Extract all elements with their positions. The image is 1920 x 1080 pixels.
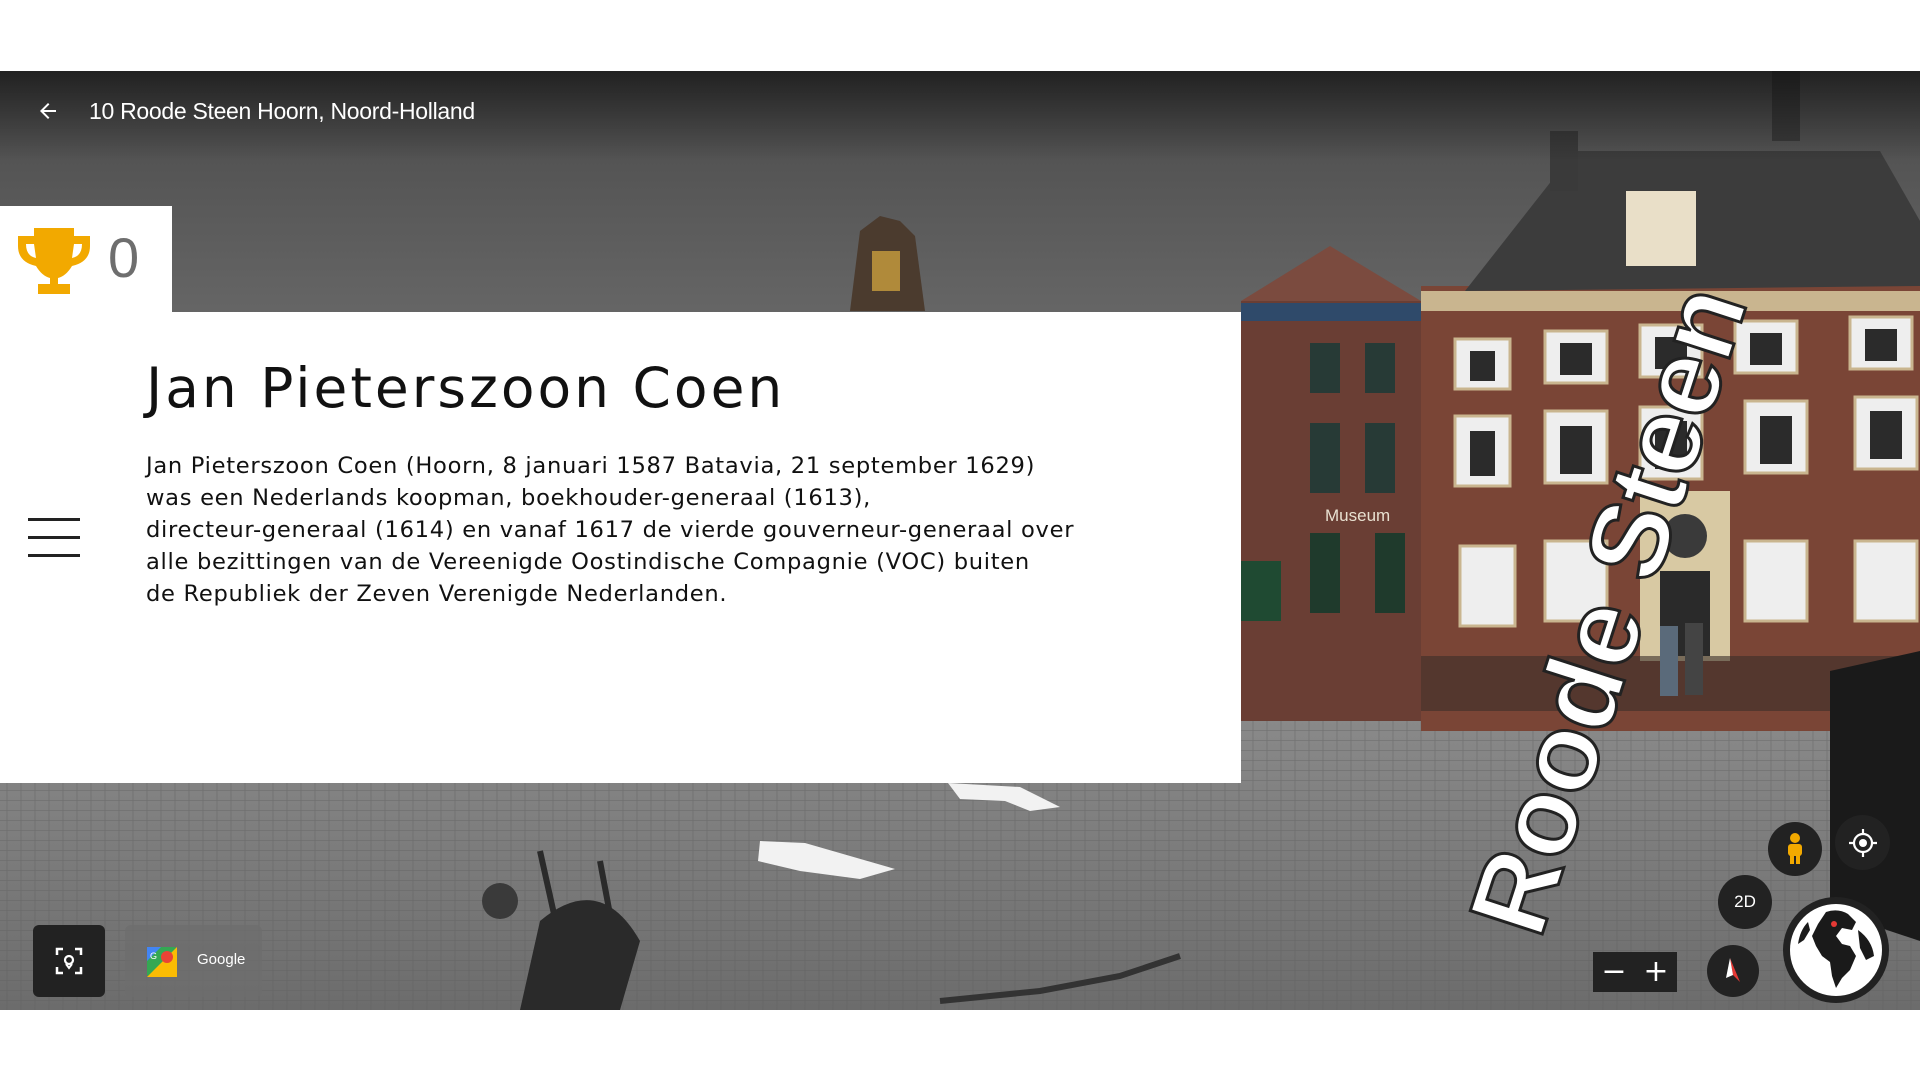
menu-line	[28, 536, 80, 539]
description-line: Jan Pieterszoon Coen (Hoorn, 8 januari 1…	[146, 453, 1036, 479]
trophy-icon	[18, 228, 90, 294]
museum-sign: Museum	[1325, 506, 1390, 525]
description-line: de Republiek der Zeven Verenigde Nederla…	[146, 581, 728, 607]
menu-line	[28, 554, 80, 557]
svg-text:G: G	[150, 951, 157, 961]
description-line: was een Nederlands koopman, boekhouder-g…	[146, 485, 872, 511]
panel-description: Jan Pieterszoon Coen (Hoorn, 8 januari 1…	[146, 450, 1146, 610]
arrow-left-icon	[40, 103, 56, 119]
pegman-button[interactable]	[1768, 822, 1822, 876]
info-panel: Jan Pieterszoon Coen Jan Pieterszoon Coe…	[0, 312, 1241, 783]
score-box: 0	[0, 206, 172, 312]
google-maps-icon: G	[147, 947, 177, 977]
globe-icon	[1790, 904, 1882, 996]
view-2d-button[interactable]: 2D	[1718, 875, 1772, 929]
globe-button[interactable]	[1783, 897, 1889, 1003]
compass-icon	[1726, 958, 1740, 982]
capture-button[interactable]	[33, 925, 105, 997]
back-button[interactable]	[30, 93, 66, 129]
description-line: directeur-generaal (1614) en vanaf 1617 …	[146, 517, 1075, 543]
top-bar: 10 Roode Steen Hoorn, Noord-Holland	[0, 71, 1920, 161]
google-maps-button[interactable]: G Google	[125, 925, 262, 997]
zoom-out-button[interactable]: −	[1593, 952, 1635, 992]
compass-button[interactable]	[1707, 945, 1759, 997]
menu-button[interactable]	[28, 516, 80, 560]
zoom-controls: − +	[1593, 952, 1677, 992]
panel-title: Jan Pieterszoon Coen	[146, 356, 786, 420]
camera-focus-icon	[55, 947, 83, 975]
score-value: 0	[108, 226, 140, 289]
my-location-icon	[1848, 828, 1877, 857]
my-location-button[interactable]	[1835, 815, 1890, 870]
address-label: 10 Roode Steen Hoorn, Noord-Holland	[89, 98, 475, 124]
description-line: alle bezittingen van de Vereenigde Oosti…	[146, 549, 1030, 575]
google-maps-label: Google	[197, 951, 246, 968]
menu-line	[28, 518, 80, 521]
zoom-in-button[interactable]: +	[1635, 952, 1677, 992]
pegman-icon	[1788, 833, 1802, 864]
